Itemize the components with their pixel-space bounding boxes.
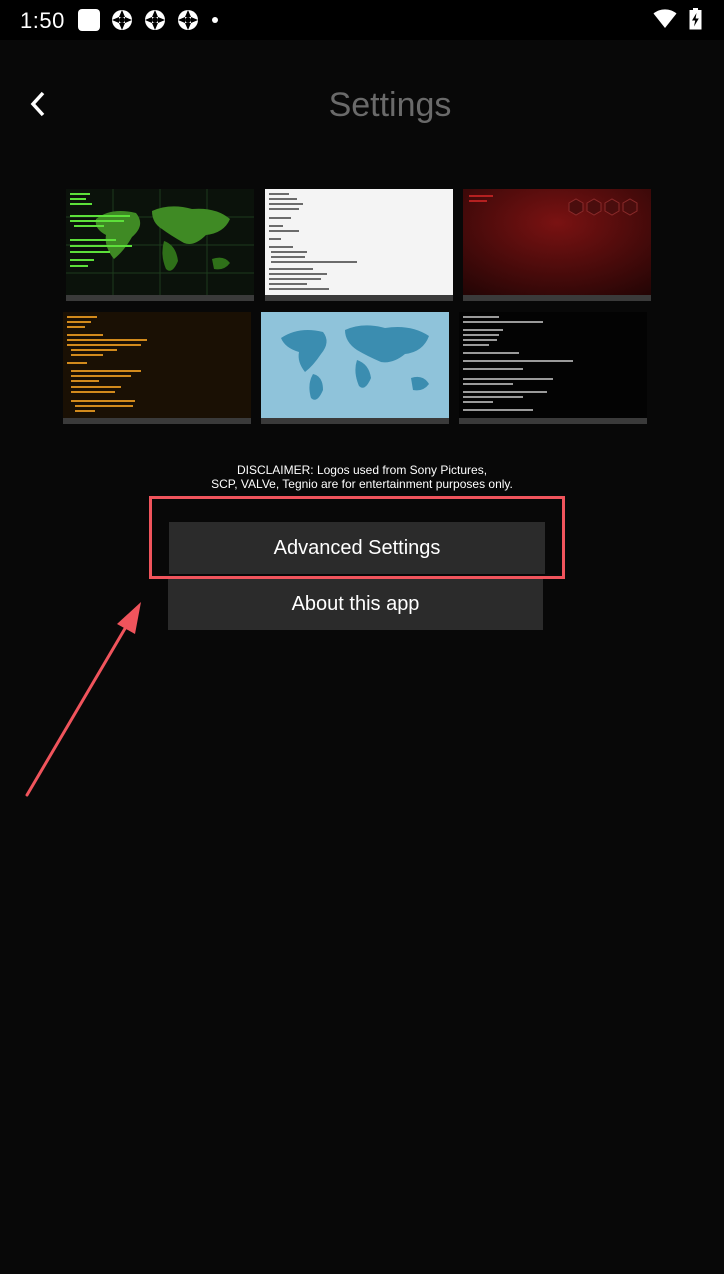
notification-icons — [78, 9, 218, 31]
advanced-settings-button[interactable]: Advanced Settings — [169, 522, 545, 574]
wifi-icon — [653, 9, 677, 28]
disclaimer-line-1: DISCLAIMER: Logos used from Sony Picture… — [236, 463, 488, 477]
battery-icon — [689, 8, 702, 30]
theme-orange-code[interactable] — [63, 312, 251, 424]
page-title: Settings — [328, 86, 452, 124]
notification-square-icon — [78, 9, 100, 31]
more-dot-icon — [212, 17, 218, 23]
app-badge-icon — [112, 10, 132, 30]
disclaimer: DISCLAIMER: Logos used from Sony Picture… — [0, 463, 724, 491]
theme-red-hexagons[interactable] — [463, 189, 651, 301]
about-app-button[interactable]: About this app — [168, 578, 543, 630]
app-badge-icon — [145, 10, 165, 30]
status-bar: 1:50 — [0, 0, 724, 40]
status-time: 1:50 — [20, 8, 65, 33]
app-badge-icon — [178, 10, 198, 30]
app-bar: Settings — [0, 40, 724, 172]
theme-green-world-map[interactable] — [66, 189, 254, 301]
theme-blue-world-map[interactable] — [261, 312, 449, 424]
theme-white-code[interactable] — [265, 189, 453, 301]
theme-black-terminal[interactable] — [459, 312, 647, 424]
disclaimer-line-2: SCP, VALVe, Tegnio are for entertainment… — [211, 477, 513, 491]
system-icons — [653, 8, 702, 30]
settings-screen: 1:50 Settings DISCLAIMER: Logos used fro… — [0, 0, 724, 1274]
